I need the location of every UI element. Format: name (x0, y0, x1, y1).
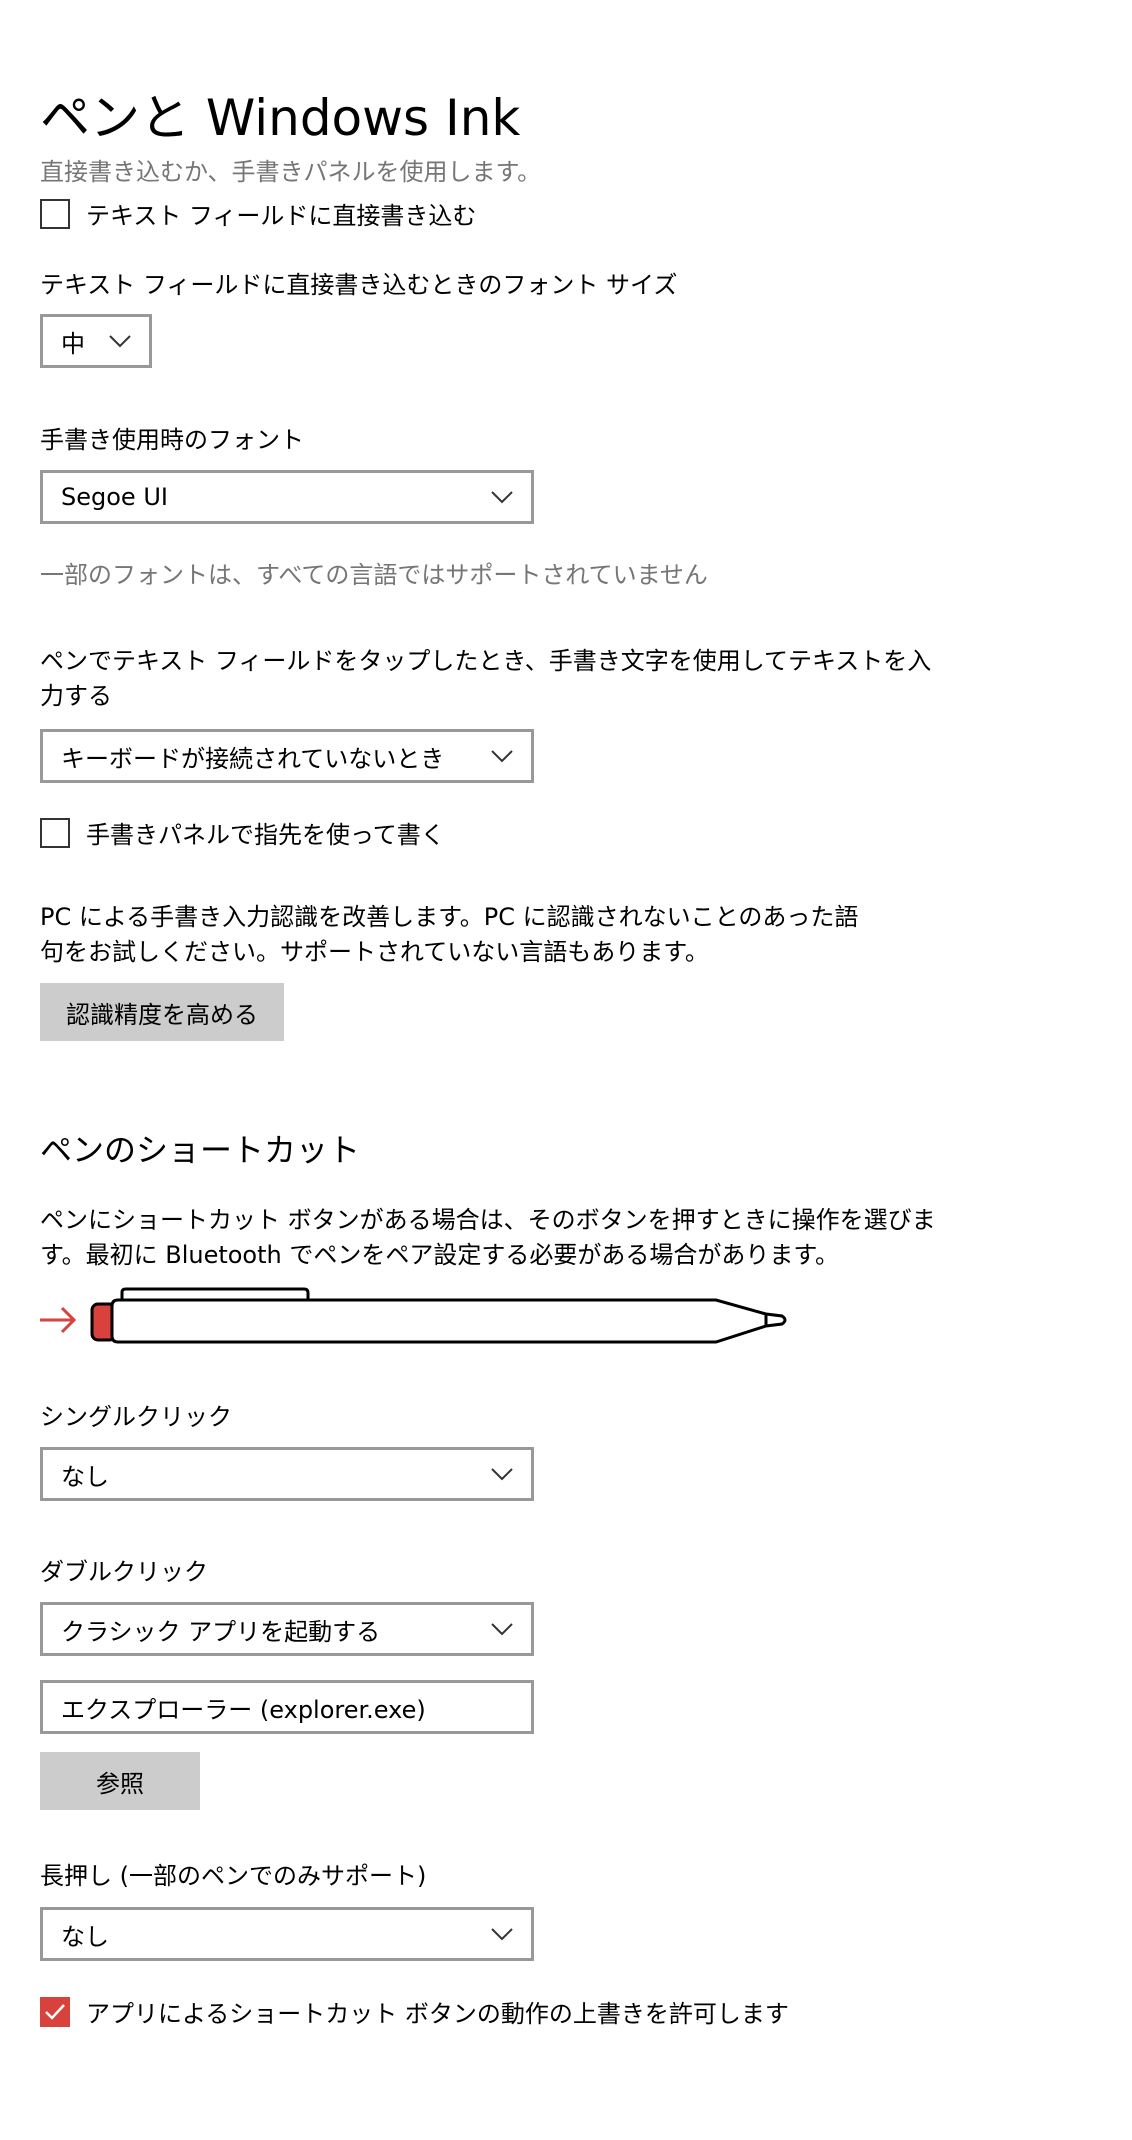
recognition-description-line1: PC による手書き入力認識を改善します。PC に認識されないことのあった語 (40, 903, 859, 931)
chevron-down-icon (491, 491, 513, 504)
single-click-select[interactable]: なし (40, 1447, 534, 1501)
double-click-app-value: エクスプローラー (explorer.exe) (61, 1695, 426, 1724)
font-size-select[interactable]: 中 (40, 314, 152, 368)
shortcuts-description-line1: ペンにショートカット ボタンがある場合は、そのボタンを押すときに操作を選びま (40, 1206, 936, 1234)
long-press-value: なし (61, 1922, 109, 1951)
font-size-value: 中 (61, 329, 85, 358)
pen-illustration (40, 1287, 787, 1344)
app-override-checkbox-label: アプリによるショートカット ボタンの動作の上書きを許可します (86, 2000, 789, 2028)
page-subtitle: 直接書き込むか、手書きパネルを使用します。 (40, 158, 542, 186)
tap-input-label-line2: 力する (40, 682, 112, 710)
double-click-select[interactable]: クラシック アプリを起動する (40, 1602, 534, 1656)
finger-write-checkbox-row[interactable]: 手書きパネルで指先を使って書く (40, 815, 445, 850)
direct-write-checkbox-label: テキスト フィールドに直接書き込む (86, 202, 477, 230)
tap-input-value: キーボードが接続されていないとき (61, 744, 445, 773)
font-size-label: テキスト フィールドに直接書き込むときのフォント サイズ (40, 271, 678, 299)
pen-body (110, 1298, 787, 1344)
shortcuts-description-line2: す。最初に Bluetooth でペンをペア設定する必要がある場合があります。 (40, 1241, 839, 1269)
double-click-value: クラシック アプリを起動する (61, 1617, 381, 1646)
checkmark-icon (45, 2003, 65, 2020)
browse-button[interactable]: 参照 (40, 1752, 200, 1810)
arrow-right-icon (40, 1306, 77, 1334)
font-support-note: 一部のフォントは、すべての言語ではサポートされていません (40, 561, 708, 589)
app-override-checkbox[interactable] (40, 1996, 70, 2027)
tap-input-label-line1: ペンでテキスト フィールドをタップしたとき、手書き文字を使用してテキストを入 (40, 647, 932, 675)
double-click-app-field[interactable]: エクスプローラー (explorer.exe) (40, 1680, 534, 1734)
long-press-label: 長押し (一部のペンでのみサポート) (40, 1862, 427, 1890)
shortcuts-description: ペンにショートカット ボタンがある場合は、そのボタンを押すときに操作を選びま す… (40, 1203, 936, 1273)
chevron-down-icon (491, 1928, 513, 1941)
handwriting-font-select[interactable]: Segoe UI (40, 470, 534, 524)
tap-input-label: ペンでテキスト フィールドをタップしたとき、手書き文字を使用してテキストを入 力… (40, 644, 932, 714)
direct-write-checkbox[interactable] (40, 198, 70, 229)
double-click-label: ダブルクリック (40, 1558, 208, 1586)
shortcuts-section-title: ペンのショートカット (40, 1131, 361, 1169)
page-title: ペンと Windows Ink (40, 89, 521, 147)
recognition-description-line2: 句をお試しください。サポートされていない言語もあります。 (40, 938, 709, 966)
handwriting-font-value: Segoe UI (61, 483, 168, 511)
tap-input-select[interactable]: キーボードが接続されていないとき (40, 729, 534, 783)
app-override-checkbox-row[interactable]: アプリによるショートカット ボタンの動作の上書きを許可します (40, 1994, 789, 2029)
handwriting-font-label: 手書き使用時のフォント (40, 426, 304, 454)
chevron-down-icon (109, 335, 131, 348)
improve-recognition-button[interactable]: 認識精度を高める (40, 983, 284, 1041)
recognition-description: PC による手書き入力認識を改善します。PC に認識されないことのあった語 句を… (40, 900, 859, 970)
pen-clip (120, 1287, 310, 1299)
single-click-value: なし (61, 1462, 109, 1491)
chevron-down-icon (491, 750, 513, 763)
finger-write-checkbox-label: 手書きパネルで指先を使って書く (86, 821, 445, 849)
chevron-down-icon (491, 1623, 513, 1636)
direct-write-checkbox-row[interactable]: テキスト フィールドに直接書き込む (40, 196, 476, 231)
finger-write-checkbox[interactable] (40, 817, 70, 848)
long-press-select[interactable]: なし (40, 1907, 534, 1961)
single-click-label: シングルクリック (40, 1403, 232, 1431)
chevron-down-icon (491, 1468, 513, 1481)
